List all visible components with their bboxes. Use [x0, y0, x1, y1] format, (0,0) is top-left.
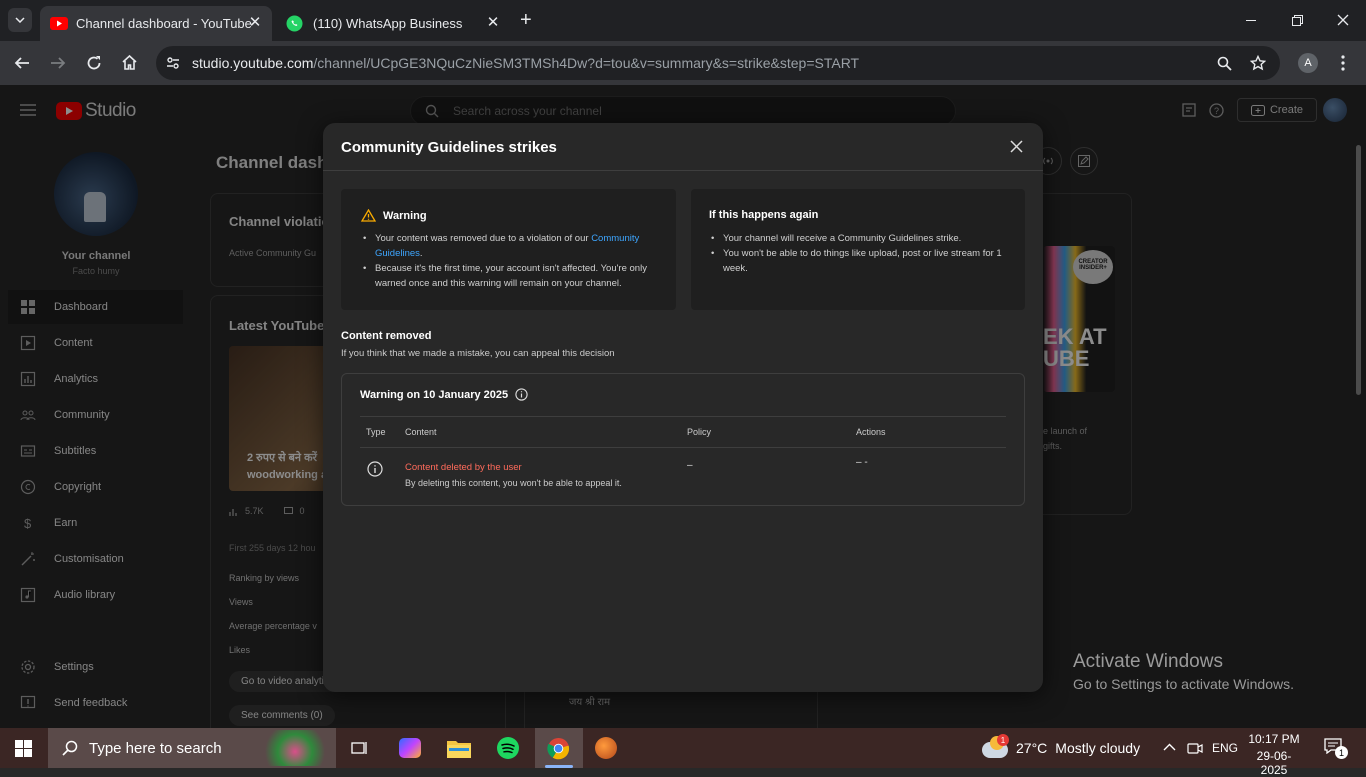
reload-icon[interactable]	[86, 55, 102, 71]
again-bullet: Your channel will receive a Community Gu…	[709, 231, 1007, 246]
notification-count: 1	[1335, 746, 1348, 759]
windows-taskbar: Type here to search 1 27°C Mostly cloudy…	[0, 728, 1366, 777]
address-bar[interactable]: studio.youtube.com/channel/UCpGE3NQuCzNi…	[156, 46, 1280, 80]
warning-heading: Warning	[383, 209, 427, 222]
bullet-text: .	[419, 248, 423, 259]
taskbar-search-box[interactable]: Type here to search	[48, 728, 336, 768]
clock-date: 29-06-2025	[1256, 749, 1292, 777]
row-policy: –	[687, 460, 693, 471]
again-bullets: Your channel will receive a Community Gu…	[709, 231, 1007, 276]
home-icon[interactable]	[121, 54, 138, 71]
language-indicator[interactable]: ENG	[1212, 741, 1238, 755]
notifications-button[interactable]: 1	[1324, 738, 1348, 759]
row-actions[interactable]: – -	[856, 457, 868, 468]
clock-time: 10:17 PM	[1248, 732, 1300, 746]
minimize-icon	[1246, 19, 1256, 21]
back-arrow-icon[interactable]	[14, 55, 30, 71]
dialog-divider	[323, 170, 1043, 171]
fl-studio-icon[interactable]	[595, 737, 617, 759]
taskbar-chrome-active[interactable]	[535, 728, 583, 768]
weather-widget[interactable]: 1 27°C Mostly cloudy	[982, 734, 1140, 762]
strike-details-table: Warning on 10 January 2025 Type Content …	[341, 373, 1025, 506]
file-explorer-icon[interactable]	[447, 739, 471, 758]
weather-text: Mostly cloudy	[1055, 740, 1141, 756]
search-icon	[62, 740, 78, 756]
again-heading: If this happens again	[709, 209, 819, 221]
close-window-button[interactable]	[1320, 0, 1366, 40]
table-title-row: Warning on 10 January 2025	[360, 388, 528, 401]
restore-icon	[1291, 14, 1303, 26]
url-path: /channel/UCpGE3NQuCzNieSM3TMSh4Dw?d=tou&…	[313, 55, 860, 71]
table-divider	[360, 416, 1006, 417]
weather-temp: 27°C	[1016, 740, 1048, 756]
content-removed-sub: If you think that we made a mistake, you…	[341, 348, 615, 359]
warning-bullets: Your content was removed due to a violat…	[361, 231, 656, 291]
url-host: studio.youtube.com	[192, 55, 314, 71]
camera-icon[interactable]	[1187, 740, 1203, 756]
clock[interactable]: 10:17 PM 29-06-2025	[1245, 732, 1303, 777]
url-text: studio.youtube.com/channel/UCpGE3NQuCzNi…	[192, 55, 859, 71]
close-icon[interactable]	[1010, 140, 1023, 153]
if-happens-again-panel: If this happens again Your channel will …	[691, 189, 1025, 310]
browser-tab-strip: Channel dashboard - YouTube S ✕ (110) Wh…	[0, 0, 1366, 41]
spotify-icon[interactable]	[497, 737, 519, 759]
site-info-icon[interactable]	[166, 56, 180, 70]
warning-bullet: Your content was removed due to a violat…	[361, 231, 656, 261]
bullet-text: Your content was removed due to a violat…	[375, 233, 589, 244]
activate-windows-watermark: Activate Windows Go to Settings to activ…	[1073, 651, 1294, 692]
forward-arrow-icon[interactable]	[50, 55, 66, 71]
tab-title: Channel dashboard - YouTube S	[76, 16, 256, 31]
tab-search-button[interactable]	[8, 8, 32, 32]
dialog-title: Community Guidelines strikes	[341, 139, 557, 156]
watermark-line2: Go to Settings to activate Windows.	[1073, 676, 1294, 692]
taskbar-search-placeholder: Type here to search	[89, 739, 222, 757]
task-view-icon[interactable]	[351, 740, 369, 756]
bookmark-star-icon[interactable]	[1250, 55, 1266, 71]
chrome-icon	[547, 737, 570, 760]
strikes-dialog: Community Guidelines strikes Warning You…	[323, 123, 1043, 692]
again-bullet: You won't be able to do things like uplo…	[709, 246, 1007, 276]
warning-triangle-icon	[361, 209, 376, 222]
close-tab-icon[interactable]: ✕	[246, 14, 264, 32]
info-circle-icon	[367, 461, 383, 477]
browser-toolbar: studio.youtube.com/channel/UCpGE3NQuCzNi…	[0, 41, 1366, 85]
minimize-button[interactable]	[1228, 0, 1274, 40]
content-removed-heading: Content removed	[341, 330, 432, 342]
row-content-title: Content deleted by the user	[405, 462, 522, 473]
weather-badge: 1	[997, 734, 1009, 746]
copilot-icon[interactable]	[399, 738, 421, 758]
warning-panel: Warning Your content was removed due to …	[341, 189, 676, 310]
profile-avatar[interactable]: A	[1298, 53, 1318, 73]
youtube-favicon-icon	[50, 17, 68, 30]
warning-heading-row: Warning	[361, 209, 656, 222]
close-tab-icon[interactable]: ✕	[484, 14, 502, 32]
chevron-up-icon[interactable]	[1163, 743, 1176, 751]
tab-channel-dashboard[interactable]: Channel dashboard - YouTube S ✕	[40, 6, 272, 41]
tab-whatsapp[interactable]: (110) WhatsApp Business ✕	[276, 6, 510, 41]
chevron-down-icon	[15, 17, 25, 23]
info-icon[interactable]	[515, 388, 528, 401]
col-header-type: Type	[366, 427, 386, 437]
weather-icon: 1	[982, 734, 1010, 762]
col-header-policy: Policy	[687, 427, 712, 437]
zoom-icon[interactable]	[1217, 56, 1232, 71]
restore-button[interactable]	[1274, 0, 1320, 40]
warning-bullet: Because it's the first time, your accoun…	[361, 261, 656, 291]
row-content-sub: By deleting this content, you won't be a…	[405, 478, 622, 488]
tab-title: (110) WhatsApp Business	[313, 16, 463, 31]
table-row: Content deleted by the user By deleting …	[342, 448, 1026, 498]
close-icon	[1337, 14, 1349, 26]
watermark-line1: Activate Windows	[1073, 651, 1223, 672]
new-tab-icon[interactable]: +	[520, 10, 532, 30]
whatsapp-favicon-icon	[286, 15, 303, 32]
search-highlight-art	[258, 730, 332, 766]
profile-initial: A	[1304, 57, 1312, 69]
kebab-menu-icon[interactable]	[1341, 55, 1345, 71]
col-header-actions: Actions	[856, 427, 886, 437]
windows-start-icon[interactable]	[15, 740, 32, 757]
col-header-content: Content	[405, 427, 437, 437]
table-title: Warning on 10 January 2025	[360, 388, 509, 401]
